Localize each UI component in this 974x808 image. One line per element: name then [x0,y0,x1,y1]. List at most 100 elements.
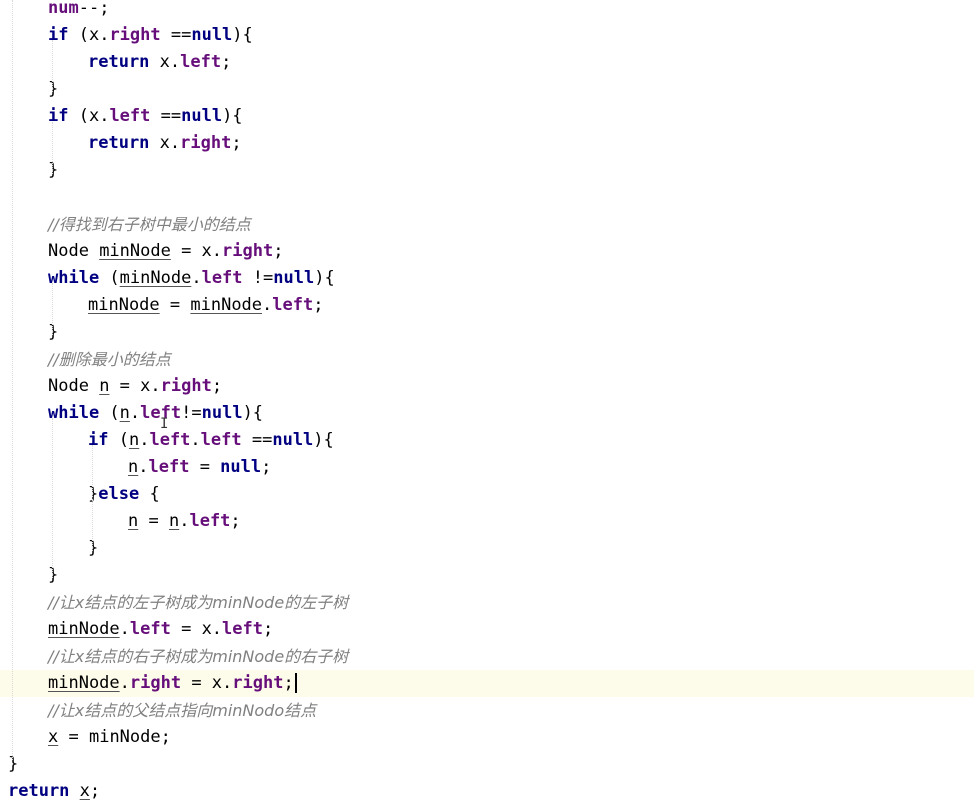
code-line-content: if (n.left.left ==null){ [88,427,334,454]
code-line[interactable]: } [0,535,974,562]
code-token: . [191,268,202,288]
code-line[interactable]: num--; [0,0,974,22]
code-line[interactable]: return x; [0,778,974,805]
code-line[interactable]: } [0,157,974,184]
code-token: return [8,781,70,801]
code-editor[interactable]: return x;} x = minNode; //让x结点的父结点指向minNod… [0,0,974,808]
code-token: --; [78,0,110,18]
code-line-content: Node minNode = x.right; [48,238,283,265]
code-line[interactable]: } [0,751,974,778]
text-caret [294,673,297,693]
code-token: left [272,295,314,315]
code-token: return [88,133,150,153]
code-line[interactable]: } [0,76,974,103]
code-token: null [181,106,223,126]
code-line[interactable]: //得找到右子树中最小的结点 [0,211,974,238]
code-line[interactable]: } [0,319,974,346]
code-token: ( [99,403,120,423]
code-line[interactable]: //删除最小的结点 [0,346,974,373]
current-code-line[interactable]: minNode.right = x.right; [0,670,974,697]
code-token: ; [160,727,171,747]
code-token: null [273,268,315,288]
code-token: ; [221,52,232,72]
code-token: = x. [170,241,223,261]
code-line-content: num--; [48,0,109,22]
code-token: ; [89,781,101,801]
indent-guide [12,0,13,760]
code-token: n [168,511,180,531]
code-token: . [262,295,273,315]
code-token: left [129,619,171,639]
code-token: null [220,457,262,477]
code-token: minNode [99,241,171,261]
code-line-content: if (x.right ==null){ [48,22,253,49]
code-token: = [189,457,221,477]
code-line[interactable] [0,184,974,211]
code-token: ; [261,457,272,477]
code-token: ){ [314,268,335,288]
code-line-content: } [88,535,98,562]
code-line-content: while (minNode.left !=null){ [48,265,335,292]
code-line[interactable]: while (minNode.left !=null){ [0,265,974,292]
code-line-content: } [48,157,58,184]
code-line[interactable]: if (x.left ==null){ [0,103,974,130]
code-token: null [201,403,243,423]
code-token: //删除最小的结点 [48,350,171,369]
code-line[interactable]: }else { [0,481,974,508]
code-line[interactable]: n.left = null; [0,454,974,481]
code-line[interactable]: minNode = minNode.left; [0,292,974,319]
code-line[interactable]: //让x结点的父结点指向minNodo结点 [0,697,974,724]
indent-guide [52,122,53,174]
code-token: //让x结点的父结点指向minNodo结点 [48,701,317,720]
code-line[interactable]: if (x.right ==null){ [0,22,974,49]
indent-guide [52,40,53,92]
code-token: ; [231,133,242,153]
code-line[interactable]: } [0,562,974,589]
code-token: n [128,511,139,531]
code-line[interactable]: n = n.left; [0,508,974,535]
code-line[interactable]: Node minNode = x.right; [0,238,974,265]
code-token: right [160,376,212,396]
code-line[interactable]: minNode.left = x.left; [0,616,974,643]
code-token: == [150,106,182,126]
code-token: left [201,268,243,288]
mouse-ibeam-cursor: I [160,416,169,432]
code-token: null [191,25,233,45]
code-token: Node [48,241,100,261]
code-token: x. [149,52,181,72]
code-token: num [48,0,79,18]
indent-guide [52,283,53,335]
code-token: ; [313,295,324,315]
code-line[interactable]: //让x结点的右子树成为minNode的右子树 [0,643,974,670]
code-token: n [99,376,110,396]
code-token: . [190,430,201,450]
code-line[interactable]: return x.right; [0,130,974,157]
code-line-content: //让x结点的右子树成为minNode的右子树 [48,643,348,671]
code-token: (x. [68,25,110,45]
code-line[interactable]: if (n.left.left ==null){ [0,427,974,454]
code-line-content: } [48,319,58,346]
code-token: x [79,781,90,801]
code-token: ; [273,241,284,261]
code-token: //让x结点的右子树成为minNode的右子树 [48,647,349,666]
code-token: ( [99,268,120,288]
code-token: Node [48,376,100,396]
code-token: left [222,619,263,639]
code-token: right [180,133,232,153]
code-token: else [98,484,140,504]
code-line-content: } [48,562,58,589]
code-line-content: x = minNode; [48,724,171,751]
code-line[interactable]: while (n.left!=null){ [0,400,974,427]
code-token: ; [283,673,294,693]
code-line[interactable]: x = minNode; [0,724,974,751]
code-token: left [148,457,190,477]
code-token: right [129,673,182,693]
code-token: { [139,484,160,504]
code-token: n [128,457,139,477]
code-line[interactable]: Node n = x.right; [0,373,974,400]
code-line[interactable]: return x.left; [0,49,974,76]
code-line-content: } [8,751,18,778]
code-token: ; [230,511,241,531]
code-token: = [138,511,169,531]
code-line[interactable]: //让x结点的左子树成为minNode的左子树 [0,589,974,616]
